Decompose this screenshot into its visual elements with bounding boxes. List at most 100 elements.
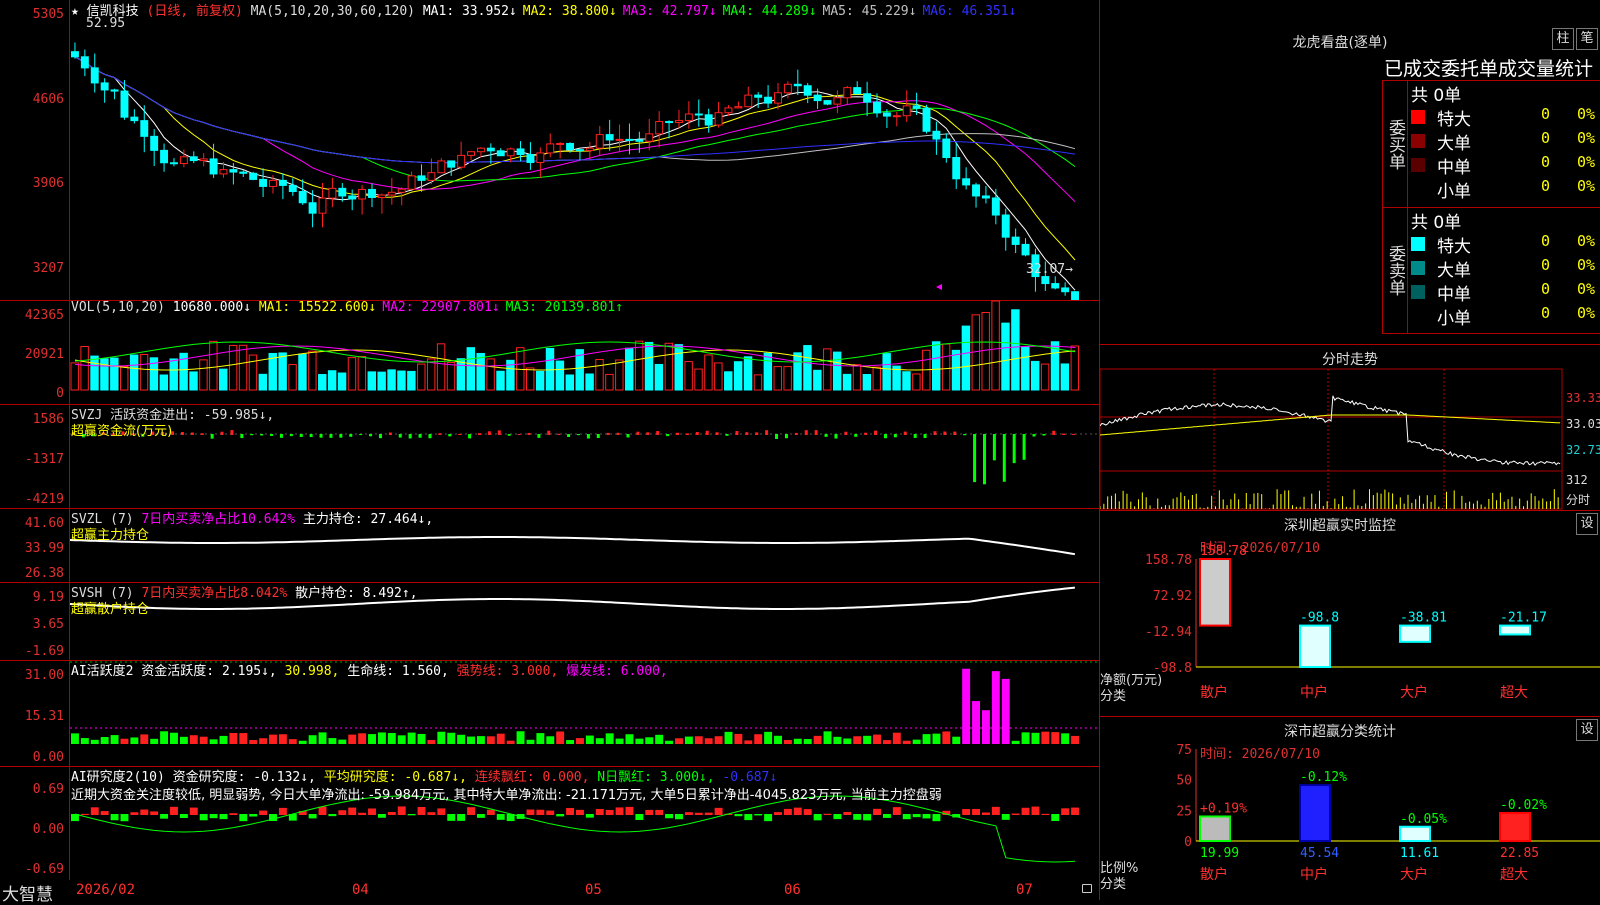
- adjust-mode[interactable]: (日线, 前复权): [147, 4, 243, 19]
- classstat-category: 超大: [1500, 867, 1528, 883]
- brand-logo[interactable]: 大智慧: [2, 880, 53, 905]
- svsh-panel[interactable]: SVSH (7) 7日内买卖净占比8.042% 散户持仓: 8.492↑, 超赢…: [0, 582, 1100, 661]
- lhb-box: 委买单 共 0单 特大 0 0% 大单 0 0% 中单 0 0% 小单 0 0% 委卖单 共 0单 特…: [1382, 80, 1600, 334]
- activity-bar: [447, 732, 456, 744]
- flow-bar: [458, 433, 462, 435]
- classstat-panel[interactable]: 深市超赢分类统计 设 时间: 2026/07/10 75 50 25 0 +0.19% 1…: [1100, 716, 1600, 901]
- intraday-panel[interactable]: 分时走势 33.33 33.03 32.73 312 分时: [1100, 344, 1600, 511]
- color-swatch: [1411, 182, 1425, 196]
- ai-research-panel[interactable]: AI研究度2(10) 资金研究度: -0.132↓, 平均研究度: -0.687…: [0, 766, 1100, 881]
- volume-header: VOL(5,10,20) 10680.000↓ MA1: 15522.600↓ M…: [71, 300, 629, 315]
- flow-bar: [973, 434, 977, 483]
- color-swatch: [1411, 158, 1425, 172]
- classstat-ytick: 25: [1176, 804, 1192, 819]
- candle: [229, 169, 238, 173]
- color-swatch: [1411, 110, 1425, 124]
- activity-bar: [1071, 735, 1080, 744]
- vol-bar: [733, 361, 743, 391]
- row-name: 特大: [1437, 237, 1471, 257]
- volume-chart[interactable]: [70, 300, 1100, 404]
- research-bar: [457, 814, 466, 821]
- kline-chart[interactable]: [70, 0, 1100, 300]
- flow-bar: [725, 434, 729, 436]
- row-name: 大单: [1437, 134, 1471, 154]
- activity-bar: [338, 739, 347, 744]
- research-bar: [318, 806, 327, 815]
- research-bar: [892, 807, 901, 815]
- research-bar: [635, 814, 644, 821]
- candle: [694, 113, 703, 116]
- candle: [397, 188, 406, 193]
- color-swatch: [1411, 285, 1425, 299]
- activity-bar: [615, 738, 624, 744]
- activity-bar: [199, 736, 208, 744]
- activity-bar: [298, 740, 307, 744]
- activity-bar: [873, 734, 881, 744]
- intraday-frame: [1100, 368, 1563, 510]
- volume-panel[interactable]: VOL(5,10,20) 10680.000↓ MA1: 15522.600↓ M…: [0, 300, 1100, 405]
- monitor-bar: [1199, 558, 1231, 627]
- row-pct: 0%: [1577, 105, 1596, 123]
- flow-bar: [616, 432, 620, 435]
- tick-mode-button[interactable]: 笔: [1576, 28, 1598, 50]
- candle: [882, 112, 891, 117]
- classstat-delta: +0.19%: [1200, 801, 1247, 816]
- kline-panel[interactable]: ★ 信凯科技 (日线, 前复权) MA(5,10,20,30,60,120) M…: [0, 0, 1100, 301]
- research-bar: [981, 812, 990, 815]
- vol-bar: [209, 340, 218, 391]
- candle: [526, 154, 535, 163]
- flow-bar: [1052, 430, 1056, 435]
- vol-bar: [902, 371, 911, 391]
- svsh-sub: 超赢散户持仓: [71, 602, 150, 617]
- bar-mode-button[interactable]: 柱: [1552, 28, 1574, 50]
- monitor-panel[interactable]: 深圳超赢实时监控 设 时间: 2026/07/10 158.78 72.92 -12…: [1100, 510, 1600, 717]
- activity-bar: [734, 733, 743, 744]
- vol-bar: [852, 364, 862, 391]
- activity-bar: [912, 739, 921, 744]
- activity-bar: [259, 738, 268, 744]
- classstat-chart[interactable]: 75 50 25 0 +0.19% 19.99 散户 -0.12% 45.54 中户 -0.05% 1…: [1100, 717, 1600, 901]
- flow-bar: [606, 432, 610, 435]
- ai1-ytick: 0.00: [32, 750, 64, 765]
- flow-bar: [685, 433, 689, 435]
- activity-bar: [516, 731, 525, 744]
- vol-bar: [1011, 309, 1020, 391]
- candle: [1051, 283, 1060, 289]
- activity-bar: [962, 668, 971, 744]
- svzl-panel[interactable]: SVZL (7) 7日内买卖净占比10.642% 主力持仓: 27.464↓, …: [0, 508, 1100, 583]
- activity-bar: [348, 734, 357, 744]
- flow-bar: [428, 434, 432, 439]
- activity-bar: [457, 734, 466, 744]
- intraday-vol: 312: [1566, 473, 1588, 487]
- research-bar: [991, 806, 1000, 815]
- flow-bar: [636, 431, 640, 435]
- vol-bar: [199, 359, 208, 391]
- vol-bar: [486, 358, 495, 391]
- ai-activity-panel[interactable]: AI活跃度2 资金活跃度: 2.195↓, 30.998, 生命线: 1.560…: [0, 660, 1100, 767]
- vol-ytick: 42365: [24, 308, 64, 323]
- ai1-title: AI活跃度2 资金活跃度: 2.195↓,: [71, 664, 277, 679]
- activity-bar: [546, 736, 555, 744]
- vol-bar: [436, 343, 446, 391]
- flow-bar: [1062, 433, 1066, 435]
- star-icon[interactable]: ★: [71, 4, 79, 19]
- activity-bar: [1031, 732, 1040, 744]
- intraday-price-line: [1100, 395, 1561, 467]
- hold-line: [70, 536, 1076, 556]
- research-bar: [803, 809, 812, 815]
- candle: [516, 148, 525, 156]
- flow-bar: [270, 434, 274, 436]
- svzj-panel[interactable]: SVZJ 活跃资金进出: -59.985↓, 超赢资金流(万元) 1586 -1…: [0, 404, 1100, 509]
- activity-bar: [179, 736, 188, 744]
- candle: [734, 106, 743, 109]
- vol-bar: [1030, 360, 1040, 391]
- flow-bar: [408, 434, 412, 439]
- vol-bar: [446, 361, 456, 391]
- activity-bar: [684, 736, 693, 744]
- flow-bar: [339, 434, 343, 438]
- intraday-chart[interactable]: [1100, 345, 1600, 511]
- lock-icon[interactable]: [1082, 884, 1092, 893]
- flow-bar: [814, 430, 818, 435]
- monitor-chart[interactable]: 158.7872.92-12.94-98.8158.78散户-98.8中户-38…: [1100, 511, 1600, 717]
- candle: [605, 134, 614, 141]
